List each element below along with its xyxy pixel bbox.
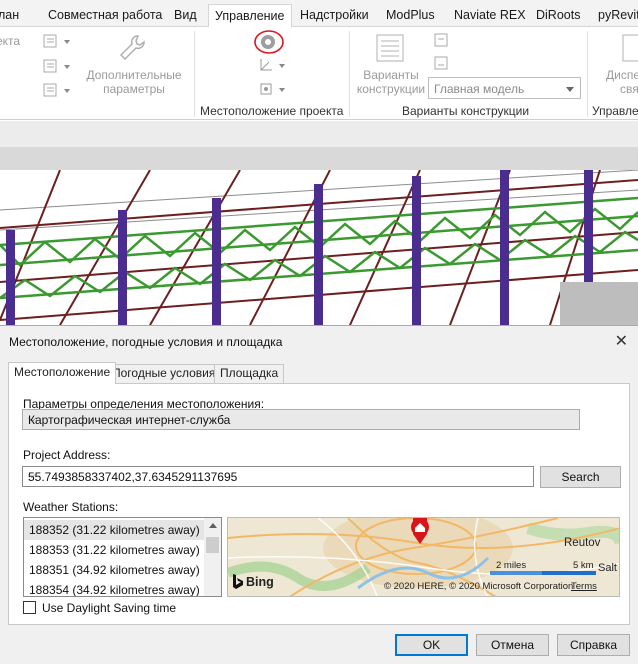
steel-structure-drawing (0, 170, 638, 325)
chevron-down-icon: ⌵ (28, 413, 37, 425)
location-map[interactable]: Reutov Salt 2 miles 5 km Bing © 2020 HER… (227, 517, 620, 597)
main-model-select[interactable]: Главная модель (428, 77, 581, 99)
design-options-button[interactable]: Варианты конструкции (348, 68, 434, 96)
map-scale-km: 5 km (573, 560, 594, 571)
map-terms-link[interactable]: Terms (571, 581, 597, 592)
view-tab-strip (0, 147, 638, 170)
location-icon[interactable] (252, 28, 288, 56)
position-icon[interactable] (258, 81, 274, 97)
options-bar (0, 121, 638, 147)
tab-modplus[interactable]: ModPlus (380, 4, 441, 27)
chevron-down-icon[interactable] (64, 40, 70, 44)
cancel-button[interactable]: Отмена (476, 634, 549, 656)
panel-title-location: Местоположение проекта (200, 104, 344, 118)
additional-params-line2: параметры (103, 82, 165, 96)
search-button[interactable]: Search (540, 466, 621, 488)
map-scale-miles: 2 miles (496, 560, 527, 571)
location-service-select[interactable]: Картографическая интернет-служба ⌵ (22, 409, 580, 430)
design-options-line1: Варианты (363, 68, 419, 82)
tab-addins[interactable]: Надстройки (294, 4, 375, 27)
dst-checkbox[interactable] (23, 601, 36, 614)
tab-view[interactable]: Вид (168, 4, 203, 27)
panel-separator (587, 31, 588, 117)
help-button[interactable]: Справка (557, 634, 630, 656)
tab-plan[interactable]: лан (0, 4, 25, 27)
tab-site[interactable]: Площадка (214, 364, 285, 383)
chevron-down-icon[interactable]: ⌵ (28, 470, 527, 481)
map-label-salt: Salt (598, 562, 617, 574)
list-icon[interactable] (42, 58, 58, 74)
project-address-input[interactable]: 55.7493858337402,37.6345291137695 ⌵ (22, 466, 534, 487)
dst-label[interactable]: Use Daylight Saving time (42, 601, 176, 615)
design-options-icon[interactable] (374, 32, 406, 64)
ok-button[interactable]: OK (395, 634, 468, 656)
chevron-down-icon[interactable] (64, 89, 70, 93)
dispatcher-button[interactable]: Диспе свя (606, 68, 638, 96)
tab-weather[interactable]: Погодные условия (106, 364, 222, 383)
bing-provider: Bing (246, 575, 274, 589)
chevron-down-icon (566, 87, 574, 92)
scrollbar-thumb[interactable] (206, 537, 219, 553)
manager-icon[interactable] (622, 32, 638, 64)
tab-location[interactable]: Местоположение (8, 362, 117, 384)
dispatcher-line1: Диспе (606, 68, 638, 82)
weather-stations-list[interactable]: 188352 (31.22 kilometres away) 188353 (3… (23, 517, 222, 597)
tab-naviate-rex[interactable]: Naviate REX (448, 4, 532, 27)
list-icon[interactable] (42, 82, 58, 98)
pick-to-edit-icon[interactable] (433, 55, 449, 71)
design-options-line2: конструкции (356, 82, 426, 96)
bing-logo-icon (233, 574, 243, 589)
scroll-up-icon[interactable] (209, 523, 217, 528)
list-item[interactable]: 188354 (34.92 kilometres away) (24, 580, 205, 596)
coordinates-icon[interactable] (258, 57, 274, 73)
tab-diroots[interactable]: DiRoots (530, 4, 586, 27)
main-model-value: Главная модель (434, 82, 525, 96)
tab-pyrevit[interactable]: pyRevit (592, 4, 638, 27)
additional-params-line1: Дополнительные (86, 68, 182, 82)
list-scrollbar[interactable] (204, 518, 221, 596)
model-view-canvas[interactable] (0, 170, 638, 325)
additional-params-button[interactable]: Дополнительные параметры (84, 68, 184, 96)
wrench-icon[interactable] (116, 32, 148, 64)
panel-title-design-options: Варианты конструкции (402, 104, 530, 118)
add-to-set-icon[interactable] (433, 32, 449, 48)
ribbon-tab-bar: лан Совместная работа Вид Управление Над… (0, 0, 638, 28)
chevron-down-icon[interactable] (64, 65, 70, 69)
panel-separator (194, 31, 195, 117)
map-label-reutov: Reutov (564, 537, 601, 549)
tab-manage[interactable]: Управление (208, 4, 292, 28)
list-item[interactable]: 188353 (31.22 kilometres away) (24, 540, 205, 560)
dialog-title: Местоположение, погодные условия и площа… (9, 335, 283, 349)
chevron-down-icon[interactable] (279, 64, 285, 68)
cut-off-label: екта (0, 34, 21, 48)
tab-collaborate[interactable]: Совместная работа (42, 4, 168, 27)
map-copyright: © 2020 HERE, © 2020 Microsoft Corporatio… (384, 581, 574, 592)
ribbon-panel-area: екта Дополнительные параметры Местополож… (0, 27, 638, 120)
list-icon[interactable] (42, 33, 58, 49)
project-address-label: Project Address: (23, 448, 111, 462)
list-item[interactable]: 188352 (31.22 kilometres away) (24, 520, 205, 540)
chevron-down-icon[interactable] (279, 88, 285, 92)
close-icon[interactable]: ✕ (615, 331, 628, 351)
dispatcher-line2: свя (620, 82, 638, 96)
panel-title-manage: Управлен (592, 104, 638, 118)
list-item[interactable]: 188351 (34.92 kilometres away) (24, 560, 205, 580)
weather-stations-label: Weather Stations: (23, 500, 119, 514)
